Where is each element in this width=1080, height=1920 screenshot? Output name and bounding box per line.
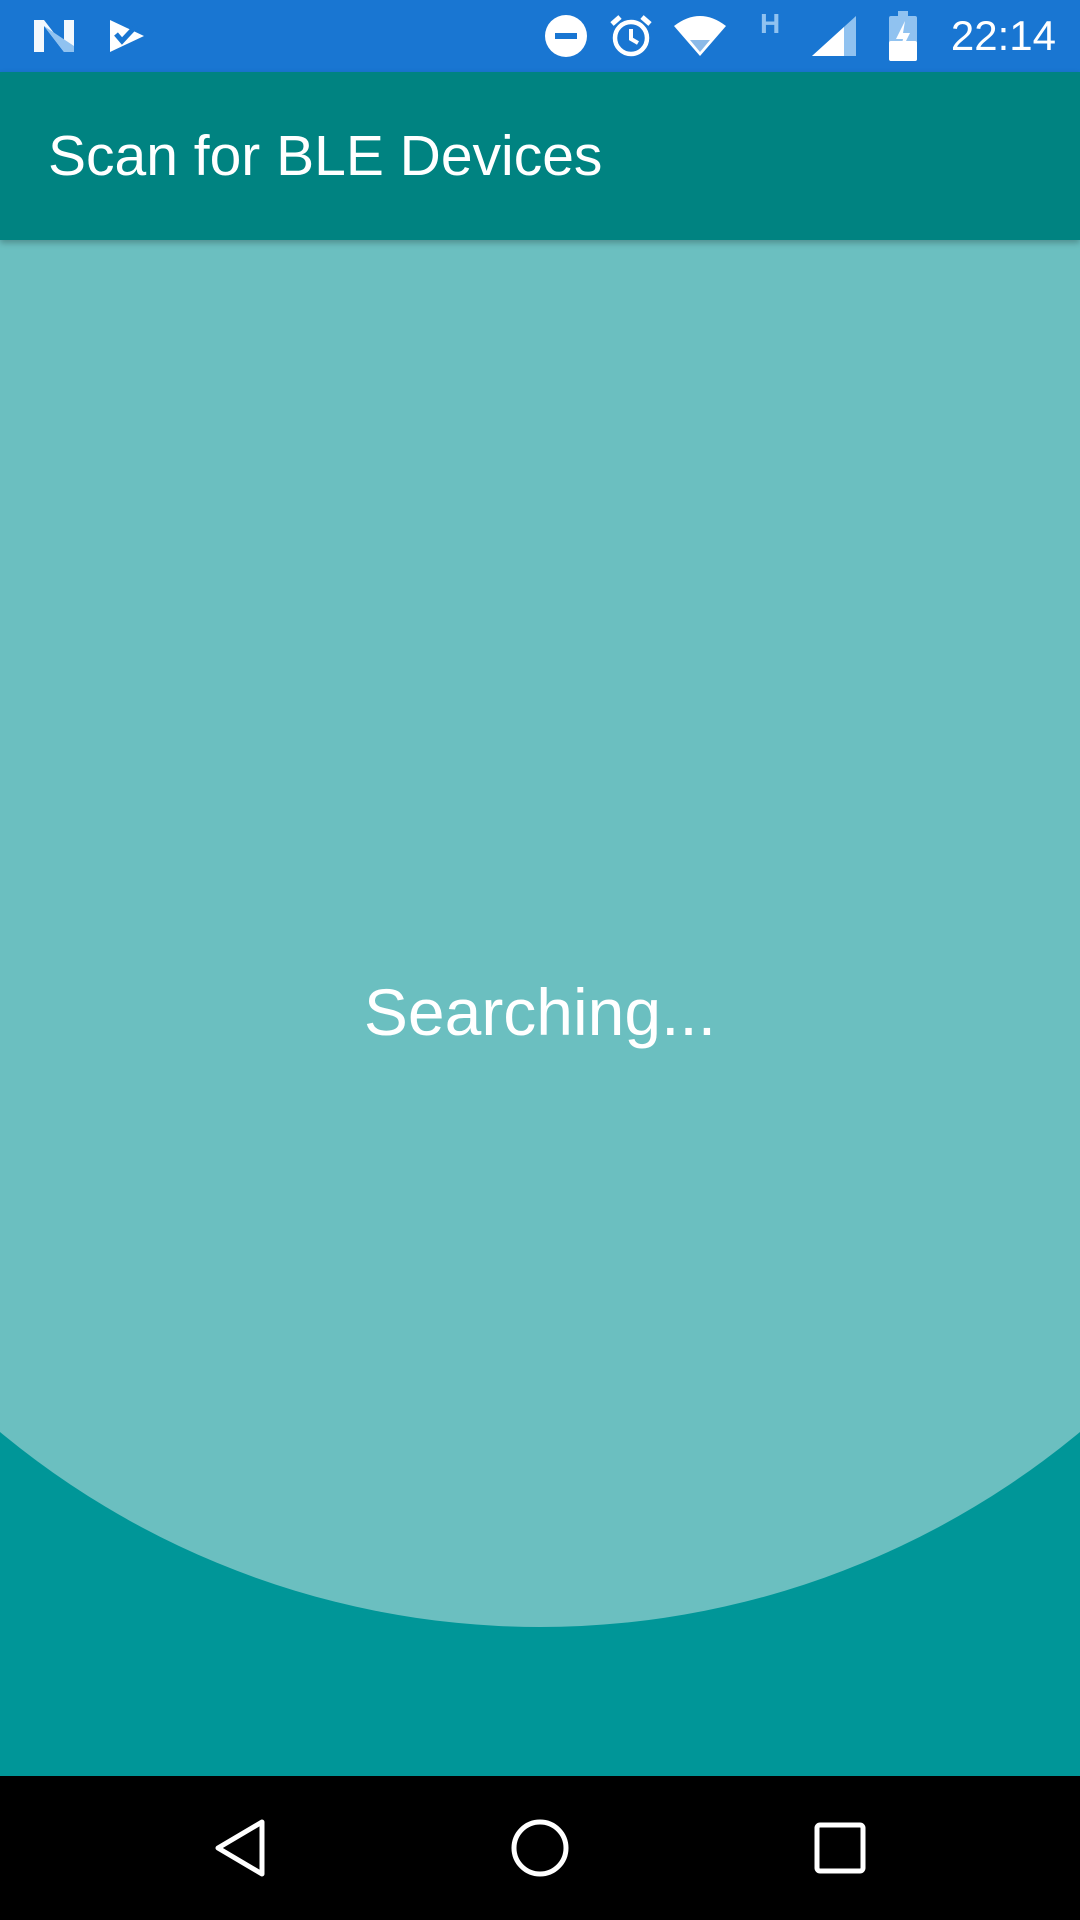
page-title: Scan for BLE Devices [48, 124, 603, 188]
app-bar: Scan for BLE Devices [0, 72, 1080, 240]
status-bar: H 22:14 [0, 0, 1080, 72]
back-icon [215, 1819, 265, 1877]
navigation-bar [0, 1776, 1080, 1920]
wifi-icon [672, 0, 728, 72]
cell-signal-icon [810, 0, 858, 72]
screen: H 22:14 Scan for BLE Devices Searching..… [0, 0, 1080, 1920]
do-not-disturb-icon [544, 0, 588, 72]
clock: 22:14 [950, 12, 1056, 59]
scan-pulse-circle [0, 240, 1080, 1627]
recents-icon [814, 1822, 866, 1874]
android-n-icon [30, 0, 78, 72]
back-button[interactable] [168, 1776, 312, 1920]
search-status-text: Searching... [363, 975, 717, 1049]
recents-button[interactable] [768, 1776, 912, 1920]
scan-area: Searching... [0, 240, 1080, 1776]
task-check-icon [104, 0, 150, 72]
alarm-icon [608, 0, 654, 72]
network-type-label: H [760, 8, 781, 39]
battery-charging-icon [888, 0, 918, 72]
home-button[interactable] [468, 1776, 612, 1920]
home-icon [511, 1819, 569, 1877]
